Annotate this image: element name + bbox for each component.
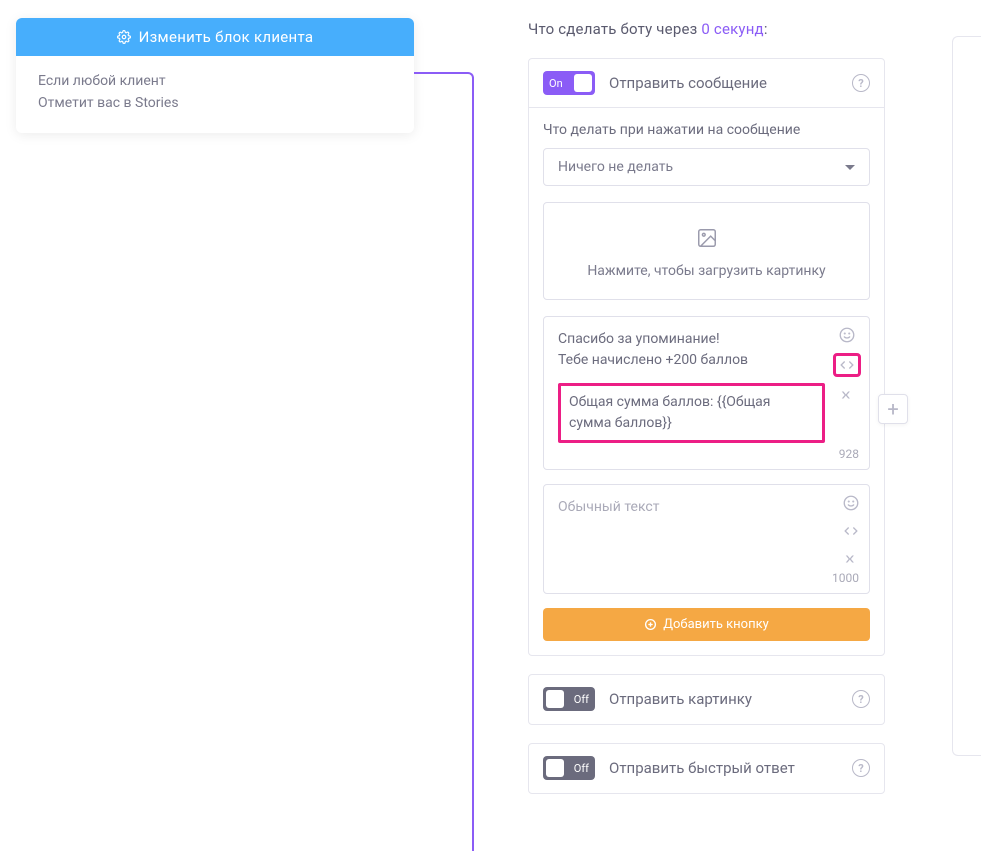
plus-circle-icon: [644, 618, 657, 631]
add-message-block-button[interactable]: +: [878, 394, 908, 424]
client-header-label: Изменить блок клиента: [139, 28, 314, 46]
adjacent-card: [952, 36, 981, 756]
code-icon[interactable]: [841, 521, 861, 541]
msg1-tools: [833, 325, 861, 405]
msg2-tools: [841, 493, 861, 569]
variable-icon[interactable]: [837, 385, 857, 405]
emoji-icon[interactable]: [841, 493, 861, 513]
image-icon: [694, 227, 720, 249]
toggle-knob: [546, 759, 564, 777]
send-message-toggle[interactable]: On: [543, 71, 595, 95]
code-icon[interactable]: [833, 353, 861, 377]
send-message-body: Что делать при нажатии на сообщение Ниче…: [529, 108, 884, 655]
bot-actions-panel: Что сделать боту через 0 секунд: On Отпр…: [500, 0, 913, 851]
upload-hint: Нажмите, чтобы загрузить картинку: [556, 263, 857, 279]
toggle-knob: [546, 690, 564, 708]
msg2-char-count: 1000: [832, 569, 859, 587]
quick-reply-toggle[interactable]: Off: [543, 756, 595, 780]
toggle-on-label: On: [549, 77, 563, 90]
send-message-section: On Отправить сообщение ? Что делать при …: [528, 58, 885, 656]
quick-reply-section: Off Отправить быстрый ответ ?: [528, 743, 885, 794]
msg1-variable: Общая сумма баллов: {{Общая сумма баллов…: [558, 383, 825, 443]
msg1-line1: Спасибо за упоминание!: [558, 329, 825, 350]
message-editor-1[interactable]: Спасибо за упоминание! Тебе начислено +2…: [543, 316, 870, 470]
on-tap-label: Что делать при нажатии на сообщение: [543, 122, 870, 138]
message-editor-2[interactable]: Обычный текст 1000: [543, 484, 870, 594]
client-block-body[interactable]: Если любой клиент Отметит вас в Stories: [16, 56, 414, 133]
variable-icon[interactable]: [841, 549, 861, 569]
msg2-placeholder: Обычный текст: [558, 499, 660, 515]
toggle-knob: [574, 74, 592, 92]
toggle-off-label: Off: [574, 693, 589, 706]
delay-link[interactable]: 0 секунд: [701, 20, 763, 38]
send-image-toggle[interactable]: Off: [543, 687, 595, 711]
add-button-button[interactable]: Добавить кнопку: [543, 608, 870, 641]
panel-title-suffix: :: [764, 20, 768, 38]
help-icon[interactable]: ?: [852, 759, 870, 777]
upload-image-box[interactable]: Нажмите, чтобы загрузить картинку: [543, 202, 870, 300]
emoji-icon[interactable]: [837, 325, 857, 345]
send-message-header: On Отправить сообщение ?: [529, 59, 884, 108]
on-tap-select[interactable]: Ничего не делать: [543, 148, 870, 186]
on-tap-value: Ничего не делать: [558, 159, 673, 175]
client-condition-line2: Отметит вас в Stories: [38, 92, 392, 114]
send-image-title: Отправить картинку: [609, 690, 838, 708]
panel-title: Что сделать боту через 0 секунд:: [528, 20, 885, 38]
client-condition-line1: Если любой клиент: [38, 70, 392, 92]
msg1-char-count: 928: [839, 445, 859, 463]
send-message-title: Отправить сообщение: [609, 74, 838, 92]
quick-reply-header: Off Отправить быстрый ответ ?: [529, 744, 884, 793]
chevron-down-icon: [845, 165, 855, 170]
help-icon[interactable]: ?: [852, 690, 870, 708]
add-button-label: Добавить кнопку: [663, 617, 769, 632]
edit-client-block-button[interactable]: Изменить блок клиента: [16, 18, 414, 56]
send-image-header: Off Отправить картинку ?: [529, 675, 884, 724]
gear-icon: [117, 30, 131, 44]
panel-title-prefix: Что сделать боту через: [528, 20, 701, 38]
msg1-line2: Тебе начислено +200 баллов: [558, 350, 825, 371]
client-block: Изменить блок клиента Если любой клиент …: [16, 18, 414, 133]
flow-connector: [414, 72, 474, 851]
toggle-off-label: Off: [574, 762, 589, 775]
send-image-section: Off Отправить картинку ?: [528, 674, 885, 725]
quick-reply-title: Отправить быстрый ответ: [609, 759, 838, 777]
help-icon[interactable]: ?: [852, 74, 870, 92]
